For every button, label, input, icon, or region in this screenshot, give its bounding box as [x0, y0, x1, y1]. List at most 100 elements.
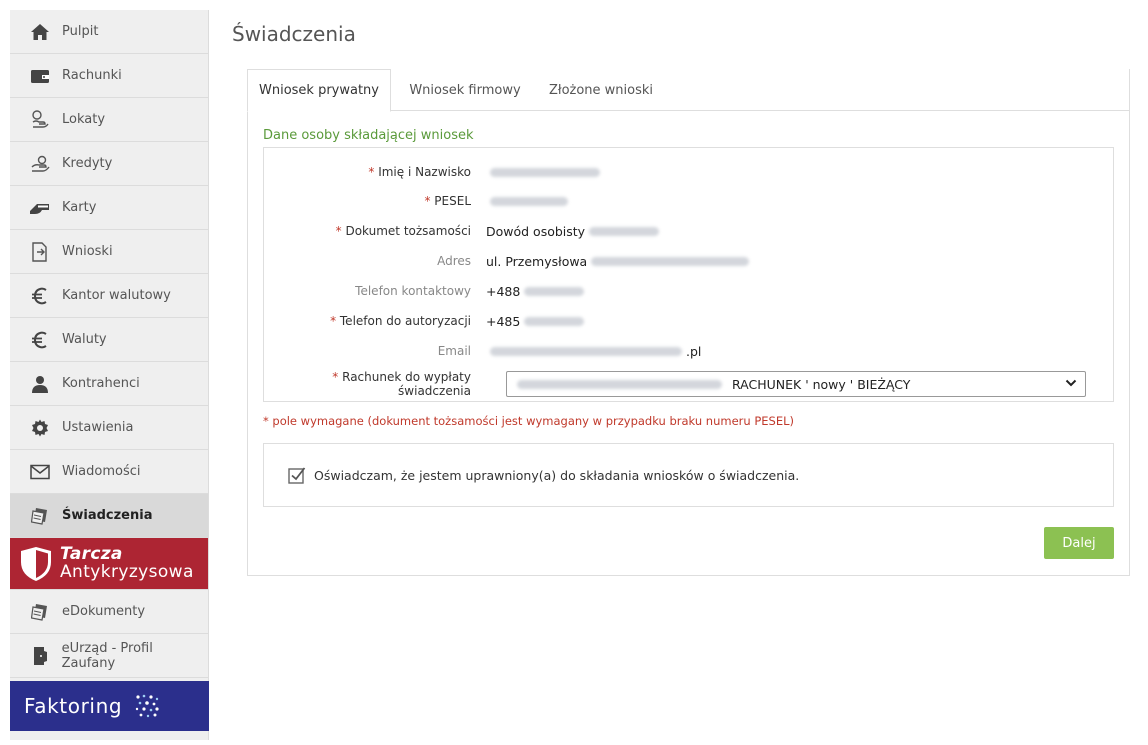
declaration-text: Oświadczam, że jestem uprawniony(a) do s…	[314, 467, 800, 483]
redacted-text	[490, 346, 682, 356]
sidebar: Pulpit Rachunki Lokaty Kredyty Karty Wni…	[10, 10, 209, 740]
field-label-text: Imię i Nazwisko	[378, 165, 471, 179]
field-label-text: PESEL	[434, 194, 471, 208]
phone-prefix: +485	[486, 313, 521, 329]
redacted-text	[591, 256, 750, 266]
id-document-value: Dowód osobisty	[486, 224, 663, 239]
field-label-text: Telefon do autoryzacji	[339, 314, 471, 328]
sidebar-item-karty[interactable]: Karty	[10, 186, 208, 230]
redacted-account-number	[517, 379, 722, 389]
sidebar-item-label: Kontrahenci	[62, 376, 140, 391]
sidebar-item-kontrahenci[interactable]: Kontrahenci	[10, 362, 208, 406]
chevron-down-icon	[1065, 379, 1077, 387]
required-marker: *	[332, 370, 343, 384]
sidebar-item-label: Ustawienia	[62, 420, 134, 435]
field-row-auth-phone: * Telefon do autoryzacji +485	[264, 307, 1115, 335]
page-title: Świadczenia	[232, 22, 356, 46]
sidebar-item-label: Wiadomości	[62, 464, 141, 479]
redacted-text	[524, 316, 585, 326]
email-value: .pl	[486, 344, 701, 359]
envelope-icon	[28, 462, 52, 482]
field-label-text: Adres	[437, 254, 471, 268]
field-label: Telefon kontaktowy	[264, 284, 486, 298]
name-value	[486, 167, 604, 177]
applicant-data-box: * Imię i Nazwisko * PESEL * Dokumet tożs…	[263, 147, 1114, 402]
documents-icon	[28, 506, 52, 526]
phone-prefix: +488	[486, 283, 521, 299]
auth-phone-value: +485	[486, 314, 588, 329]
next-button[interactable]: Dalej	[1044, 527, 1114, 559]
required-marker: *	[424, 194, 435, 208]
field-label: Email	[264, 344, 486, 358]
sidebar-item-wnioski[interactable]: Wnioski	[10, 230, 208, 274]
faktoring-label: Faktoring	[24, 694, 123, 718]
wallet-icon	[28, 66, 52, 86]
field-label-text: Rachunek do wypłaty świadczenia	[342, 370, 471, 398]
redacted-text	[490, 196, 568, 206]
faktoring-banner[interactable]: Faktoring	[10, 681, 209, 731]
required-marker: *	[368, 165, 379, 179]
redacted-text	[524, 286, 585, 296]
required-marker: *	[335, 224, 346, 238]
account-select-value: RACHUNEK ' nowy ' BIEŻĄCY	[732, 376, 911, 392]
sidebar-item-label: Wnioski	[62, 244, 113, 259]
contact-phone-value: +488	[486, 284, 588, 299]
required-marker: *	[330, 314, 340, 328]
document-arrow-icon	[28, 241, 52, 262]
hand-money-icon	[28, 154, 52, 174]
tarcza-antykryzysowa-banner[interactable]: Tarcza Antykryzysowa	[10, 538, 208, 590]
sidebar-item-eurzad[interactable]: eUrząd - Profil Zaufany	[10, 634, 208, 678]
sidebar-item-label: Lokaty	[62, 112, 106, 127]
field-label-text: Telefon kontaktowy	[355, 284, 471, 298]
sidebar-item-kredyty[interactable]: Kredyty	[10, 142, 208, 186]
redacted-text	[490, 167, 600, 177]
sidebar-item-kantor-walutowy[interactable]: Kantor walutowy	[10, 274, 208, 318]
home-icon	[28, 22, 52, 42]
sidebar-item-label: Kredyty	[62, 156, 113, 171]
field-label: * Telefon do autoryzacji	[264, 314, 486, 328]
section-title: Dane osoby składającej wniosek	[263, 128, 474, 143]
tab-wniosek-firmowy[interactable]: Wniosek firmowy	[399, 69, 531, 111]
person-icon	[28, 374, 52, 394]
sidebar-item-lokaty[interactable]: Lokaty	[10, 98, 208, 142]
address-street: ul. Przemysłowa	[486, 253, 588, 269]
tab-zlozone-wnioski[interactable]: Złożone wnioski	[537, 69, 665, 111]
field-label: Adres	[264, 254, 486, 268]
required-fields-note: * pole wymagane (dokument tożsamości jes…	[263, 414, 794, 428]
sidebar-item-pulpit[interactable]: Pulpit	[10, 10, 208, 54]
sidebar-item-label: Kantor walutowy	[62, 288, 171, 303]
field-label: * PESEL	[264, 194, 486, 208]
sidebar-item-wiadomosci[interactable]: Wiadomości	[10, 450, 208, 494]
sidebar-item-label: eUrząd - Profil Zaufany	[61, 640, 153, 671]
sidebar-item-rachunki[interactable]: Rachunki	[10, 54, 208, 98]
field-label: * Dokumet tożsamości	[264, 224, 486, 238]
sidebar-item-label: Karty	[62, 200, 97, 215]
sidebar-item-waluty[interactable]: Waluty	[10, 318, 208, 362]
hand-coins-icon	[28, 109, 52, 130]
shield-icon	[21, 546, 51, 581]
field-row-id-document: * Dokumet tożsamości Dowód osobisty	[264, 217, 1115, 245]
pesel-value	[486, 196, 572, 206]
sidebar-item-ustawienia[interactable]: Ustawienia	[10, 406, 208, 450]
id-document-type: Dowód osobisty	[486, 223, 586, 239]
email-domain: .pl	[686, 343, 702, 359]
sidebar-item-label: Świadczenia	[62, 508, 153, 523]
tab-wniosek-prywatny[interactable]: Wniosek prywatny	[247, 69, 391, 112]
field-label-text: Email	[437, 344, 471, 358]
euro-icon	[28, 330, 52, 350]
field-label-text: Dokumet tożsamości	[345, 224, 471, 238]
dots-pattern-icon	[135, 694, 159, 718]
tarcza-subtitle: Antykryzysowa	[60, 561, 194, 582]
declaration-checkbox[interactable]	[288, 466, 306, 484]
field-row-contact-phone: Telefon kontaktowy +488	[264, 277, 1115, 305]
documents-icon	[28, 602, 52, 622]
sidebar-item-swiadczenia[interactable]: Świadczenia	[10, 494, 208, 538]
sidebar-item-label: Rachunki	[62, 68, 122, 83]
account-select[interactable]: RACHUNEK ' nowy ' BIEŻĄCY	[506, 371, 1086, 397]
field-row-pesel: * PESEL	[264, 187, 1115, 215]
tabs-bar: Wniosek prywatny Wniosek firmowy Złożone…	[247, 69, 1130, 112]
sidebar-item-label: Waluty	[62, 332, 107, 347]
sidebar-item-edokumenty[interactable]: eDokumenty	[10, 590, 208, 634]
field-label: * Imię i Nazwisko	[264, 165, 486, 179]
euro-icon	[28, 286, 52, 306]
